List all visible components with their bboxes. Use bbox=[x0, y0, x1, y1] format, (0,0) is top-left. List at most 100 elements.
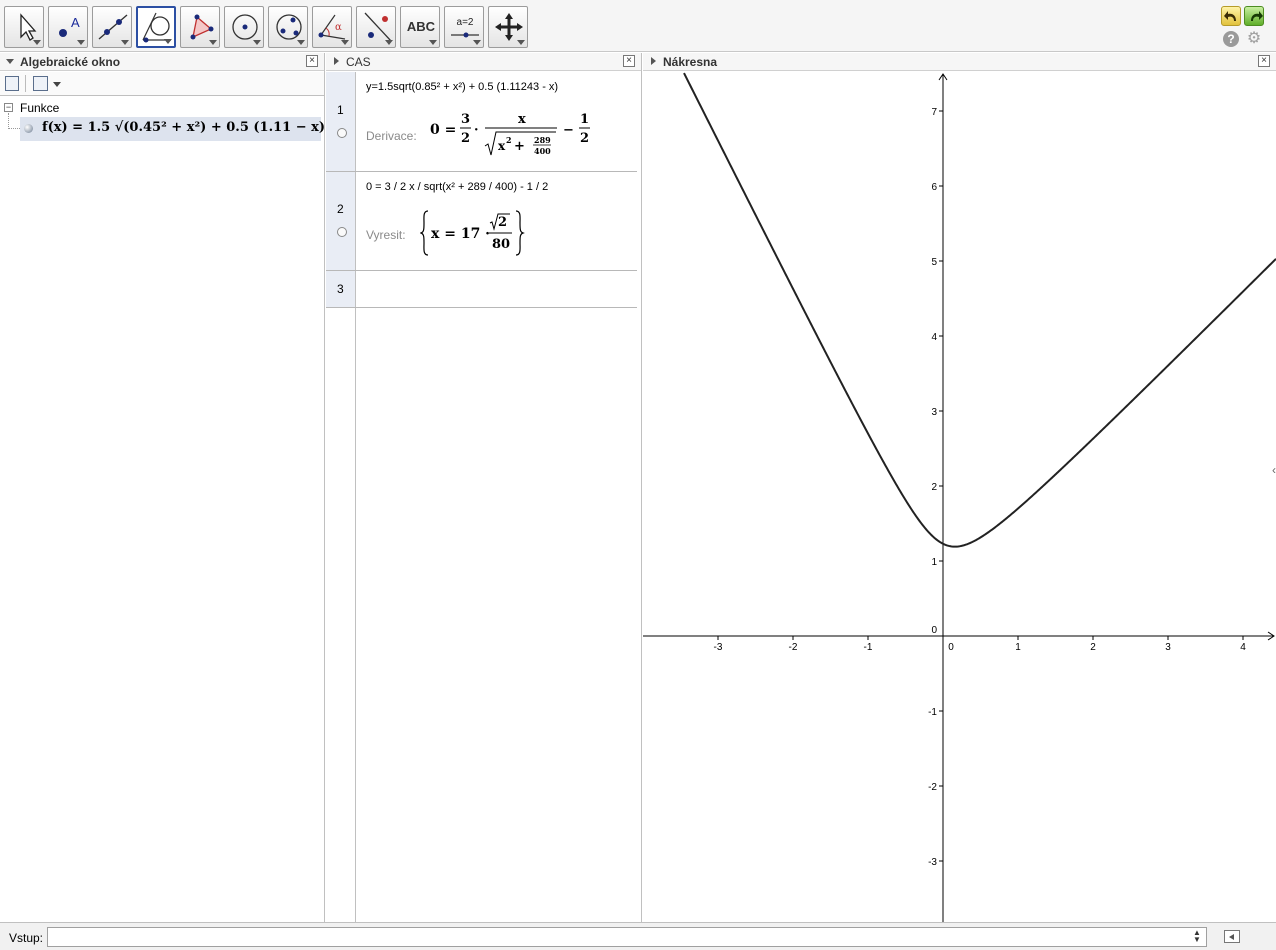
side-panel-toggle-icon[interactable]: ‹ bbox=[1272, 463, 1276, 477]
move-view-tool-button[interactable] bbox=[488, 6, 528, 48]
x-tick-label: 3 bbox=[1165, 642, 1171, 653]
tree-line bbox=[9, 128, 20, 129]
cas-row-number-label: 2 bbox=[337, 202, 344, 216]
cas-row[interactable]: 1 y=1.5sqrt(0.85² + x²) + 0.5 (1.11243 -… bbox=[326, 72, 637, 172]
chevron-down-icon bbox=[341, 40, 349, 45]
cas-row-radio[interactable] bbox=[337, 128, 347, 138]
slider-tool-button[interactable]: a=2 bbox=[444, 6, 484, 48]
algebra-item-f[interactable]: f(x) = 1.5 √(0.45² + x²) + 0.5 (1.11 − x… bbox=[20, 117, 325, 141]
svg-text:289: 289 bbox=[534, 135, 551, 145]
svg-text:·: · bbox=[474, 123, 479, 138]
move-tool-button[interactable] bbox=[4, 6, 44, 48]
y-tick-label: -1 bbox=[928, 707, 937, 718]
cas-row[interactable]: 2 0 = 3 / 2 x / sqrt(x² + 289 / 400) - 1… bbox=[326, 172, 637, 271]
chevron-down-icon[interactable] bbox=[53, 82, 61, 87]
redo-icon bbox=[1251, 11, 1263, 21]
x-tick-label: 1 bbox=[1015, 642, 1021, 653]
redo-button[interactable] bbox=[1244, 6, 1264, 26]
input-history-spinner-icon[interactable]: ▲ ▼ bbox=[1193, 929, 1201, 944]
y-tick-label: 0 bbox=[931, 625, 937, 636]
cas-input[interactable]: y=1.5sqrt(0.85² + x²) + 0.5 (1.11243 - x… bbox=[366, 81, 558, 93]
y-tick-label: 2 bbox=[931, 482, 937, 493]
svg-text:x: x bbox=[518, 112, 526, 127]
algebra-panel: Algebraické okno × − Funkce f(x) = 1.5 √… bbox=[0, 53, 325, 922]
x-tick-label: -2 bbox=[789, 642, 798, 653]
svg-text:3: 3 bbox=[461, 112, 470, 127]
gear-icon[interactable]: ⚙ bbox=[1246, 31, 1262, 47]
solution-formula: x = 17 · 2 80 bbox=[419, 210, 525, 256]
chevron-down-icon bbox=[121, 40, 129, 45]
tree-collapse-icon[interactable]: − bbox=[4, 103, 13, 112]
text-tool-button[interactable]: ABC bbox=[400, 6, 440, 48]
cas-command: Vyresit: bbox=[366, 228, 406, 242]
cas-row-number-label: 1 bbox=[337, 103, 344, 117]
close-cas-button[interactable]: × bbox=[623, 55, 635, 67]
line-tool-button[interactable] bbox=[92, 6, 132, 48]
text-tool-label: ABC bbox=[406, 19, 436, 34]
graphics-panel: Nákresna × -3 -2 -1 0 1 2 3 4 -3 -2 -1 0 1 2 3 4 5 6 7 ‹ bbox=[643, 53, 1276, 922]
polygon-tool-button[interactable] bbox=[180, 6, 220, 48]
chevron-down-icon bbox=[77, 40, 85, 45]
auxiliary-objects-icon[interactable] bbox=[5, 76, 19, 91]
close-graphics-button[interactable]: × bbox=[1258, 55, 1270, 67]
sort-mode-icon[interactable] bbox=[33, 76, 48, 91]
svg-text:2: 2 bbox=[498, 215, 507, 230]
cas-row[interactable]: 3 bbox=[326, 271, 637, 308]
cas-row-number[interactable]: 1 bbox=[326, 72, 356, 171]
chevron-down-icon bbox=[473, 40, 481, 45]
cas-row-number[interactable]: 3 bbox=[326, 271, 356, 307]
input-field[interactable] bbox=[47, 927, 1207, 947]
angle-tool-button[interactable]: α bbox=[312, 6, 352, 48]
graphics-panel-titlebar: Nákresna × bbox=[643, 53, 1276, 71]
svg-text:α: α bbox=[335, 22, 342, 33]
conic-tool-button[interactable] bbox=[268, 6, 308, 48]
graphics-canvas[interactable]: -3 -2 -1 0 1 2 3 4 -3 -2 -1 0 1 2 3 4 5 6 7 bbox=[643, 72, 1276, 922]
help-button[interactable]: ? bbox=[1223, 31, 1239, 47]
cas-panel-titlebar: CAS × bbox=[326, 53, 641, 71]
x-tick-label: -1 bbox=[864, 642, 873, 653]
keyboard-toggle-button[interactable] bbox=[1224, 930, 1240, 943]
tangent-tool-button[interactable] bbox=[136, 6, 176, 48]
x-tick-label: -3 bbox=[714, 642, 723, 653]
chevron-down-icon bbox=[209, 40, 217, 45]
svg-text:80: 80 bbox=[492, 237, 510, 252]
svg-text:2: 2 bbox=[506, 135, 512, 145]
cas-row-radio[interactable] bbox=[337, 227, 347, 237]
svg-text:0 =: 0 = bbox=[430, 122, 456, 138]
chevron-down-icon bbox=[517, 40, 525, 45]
chevron-down-icon bbox=[429, 40, 437, 45]
expand-arrow-icon[interactable] bbox=[651, 57, 656, 65]
function-plot[interactable]: -3 -2 -1 0 1 2 3 4 -3 -2 -1 0 1 2 3 4 5 6 7 bbox=[643, 72, 1276, 922]
cas-row-number[interactable]: 2 bbox=[326, 172, 356, 270]
svg-text:x = 17 ·: x = 17 · bbox=[431, 226, 490, 242]
input-bar-label: Vstup: bbox=[9, 931, 44, 945]
visibility-toggle-icon[interactable] bbox=[24, 124, 33, 133]
svg-text:−: − bbox=[563, 123, 574, 138]
chevron-down-icon bbox=[164, 39, 172, 44]
svg-text:400: 400 bbox=[534, 146, 551, 156]
circle-tool-button[interactable] bbox=[224, 6, 264, 48]
close-algebra-button[interactable]: × bbox=[306, 55, 318, 67]
cas-input[interactable]: 0 = 3 / 2 x / sqrt(x² + 289 / 400) - 1 /… bbox=[366, 181, 548, 193]
cas-output-derivative: 0 = 3 2 · x x 2 + 289 400 − 1 2 bbox=[430, 108, 600, 160]
svg-text:+: + bbox=[514, 139, 525, 154]
svg-text:2: 2 bbox=[580, 131, 589, 146]
x-tick-label: 4 bbox=[1240, 642, 1246, 653]
derivative-formula: 0 = 3 2 · x x 2 + 289 400 − 1 2 bbox=[430, 112, 590, 156]
function-expression: f(x) = 1.5 √(0.45² + x²) + 0.5 (1.11 − x… bbox=[42, 120, 326, 135]
algebra-panel-titlebar: Algebraické okno × bbox=[0, 53, 324, 71]
collapse-arrow-icon[interactable] bbox=[6, 59, 14, 64]
chevron-down-icon bbox=[385, 40, 393, 45]
chevron-down-icon bbox=[297, 40, 305, 45]
cas-row-number-label: 3 bbox=[337, 282, 344, 296]
toolbar: A α ABC a=2 ? ⚙ bbox=[0, 0, 1276, 52]
undo-button[interactable] bbox=[1221, 6, 1241, 26]
cas-panel-title: CAS bbox=[346, 55, 371, 69]
algebra-toolbar bbox=[0, 72, 324, 96]
y-tick-label: -2 bbox=[928, 782, 937, 793]
expand-arrow-icon[interactable] bbox=[334, 57, 339, 65]
separator bbox=[25, 75, 26, 92]
point-tool-button[interactable]: A bbox=[48, 6, 88, 48]
reflect-tool-button[interactable] bbox=[356, 6, 396, 48]
chevron-down-icon bbox=[253, 40, 261, 45]
